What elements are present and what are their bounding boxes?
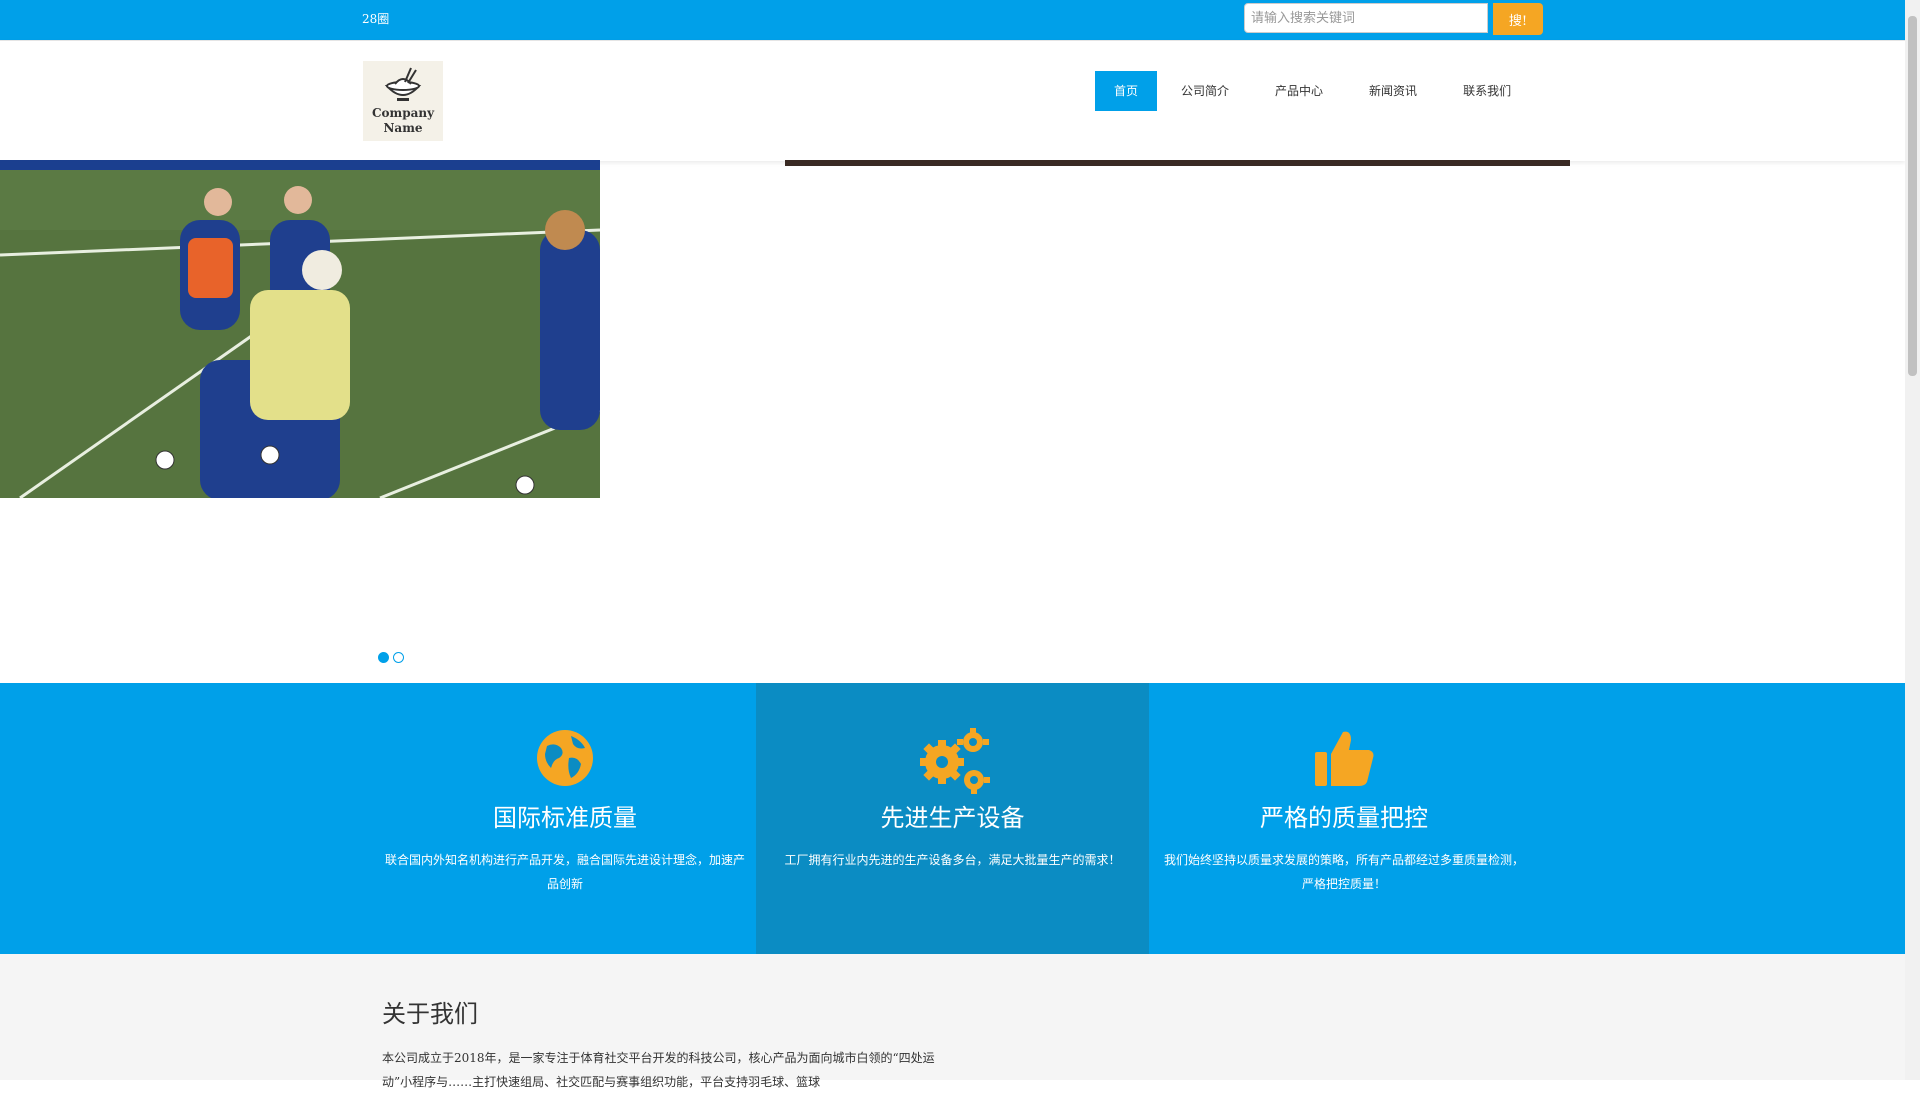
feature-desc: 工厂拥有行业内先进的生产设备多台，满足大批量生产的需求！ bbox=[784, 853, 1121, 867]
search-button[interactable]: 搜! bbox=[1493, 3, 1543, 35]
nav-item-products[interactable]: 产品中心 bbox=[1253, 71, 1345, 111]
page-scrollbar[interactable] bbox=[1905, 0, 1920, 1080]
feature-title: 先进生产设备 bbox=[880, 804, 1025, 832]
site-brand[interactable]: 28圈 bbox=[362, 10, 389, 27]
globe-icon bbox=[537, 730, 593, 786]
thumbs-up-icon bbox=[1315, 731, 1374, 786]
carousel-dot-2[interactable] bbox=[393, 652, 404, 663]
about-title: 关于我们 bbox=[382, 1000, 478, 1028]
feature-desc: 我们始终坚持以质量求发展的策略，所有产品都经过多重质量检测，严格把控质量！ bbox=[1163, 853, 1524, 891]
carousel-image[interactable] bbox=[0, 160, 600, 498]
features-section: 国际标准质量 联合国内外知名机构进行产品开发，融合国际先进设计理念，加速产品创新 bbox=[0, 683, 1905, 954]
header: Company Name 首页 公司简介 产品中心 新闻资讯 联系我们 bbox=[0, 40, 1905, 161]
about-text: 本公司成立于2018年，是一家专注于体育社交平台开发的科技公司，核心产品为面向城… bbox=[382, 1051, 935, 1089]
carousel-strip bbox=[785, 160, 1570, 166]
feature-desc: 联合国内外知名机构进行产品开发，融合国际先进设计理念，加速产品创新 bbox=[384, 853, 745, 891]
rice-bowl-icon bbox=[384, 67, 422, 101]
nav-item-contact[interactable]: 联系我们 bbox=[1441, 71, 1533, 111]
nav-item-home[interactable]: 首页 bbox=[1095, 71, 1158, 111]
feature-title: 严格的质量把控 bbox=[1260, 804, 1428, 832]
nav-item-news[interactable]: 新闻资讯 bbox=[1347, 71, 1439, 111]
main-nav: 首页 公司简介 产品中心 新闻资讯 联系我们 bbox=[1095, 71, 1535, 111]
carousel-dots bbox=[378, 652, 404, 663]
top-bar: 28圈 搜! bbox=[0, 0, 1905, 40]
search-input[interactable] bbox=[1244, 3, 1488, 33]
football-training-photo bbox=[0, 160, 600, 498]
feature-quality-control: 严格的质量把控 我们始终坚持以质量求发展的策略，所有产品都经过多重质量检测，严格… bbox=[1149, 683, 1539, 954]
nav-item-about[interactable]: 公司简介 bbox=[1159, 71, 1251, 111]
feature-quality: 国际标准质量 联合国内外知名机构进行产品开发，融合国际先进设计理念，加速产品创新 bbox=[370, 683, 760, 954]
gears-icon bbox=[919, 728, 990, 794]
logo[interactable]: Company Name bbox=[363, 61, 443, 141]
about-section: 关于我们 本公司成立于2018年，是一家专注于体育社交平台开发的科技公司，核心产… bbox=[0, 954, 1905, 1089]
feature-title: 国际标准质量 bbox=[493, 804, 637, 832]
logo-text-line1: Company bbox=[371, 106, 435, 120]
carousel-dot-1[interactable] bbox=[378, 652, 389, 663]
feature-equipment: 先进生产设备 工厂拥有行业内先进的生产设备多台，满足大批量生产的需求！ bbox=[756, 683, 1149, 954]
logo-text-line2: Name bbox=[383, 121, 423, 135]
scrollbar-thumb[interactable] bbox=[1908, 16, 1917, 376]
